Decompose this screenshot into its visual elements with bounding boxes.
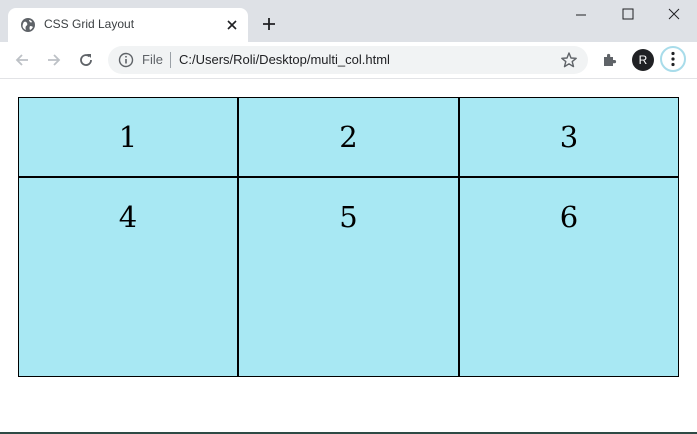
info-icon[interactable] [118, 52, 134, 68]
browser-toolbar: File C:/Users/Roli/Desktop/multi_col.htm… [0, 42, 697, 79]
address-bar[interactable]: File C:/Users/Roli/Desktop/multi_col.htm… [108, 46, 588, 74]
back-arrow-icon[interactable] [12, 50, 32, 70]
globe-icon [21, 18, 35, 32]
close-icon[interactable] [224, 17, 240, 33]
grid-cell-3: 3 [459, 97, 679, 177]
reload-icon[interactable] [76, 50, 96, 70]
tab-title: CSS Grid Layout [44, 17, 135, 31]
forward-arrow-icon[interactable] [44, 50, 64, 70]
grid-cell-1: 1 [18, 97, 238, 177]
url-text[interactable]: C:/Users/Roli/Desktop/multi_col.html [179, 52, 390, 67]
grid-cell-4: 4 [18, 177, 238, 377]
menu-button[interactable] [660, 46, 686, 72]
new-tab-plus-icon[interactable] [259, 14, 279, 34]
tab-strip: CSS Grid Layout [0, 0, 697, 42]
minimize-icon[interactable] [566, 4, 596, 24]
omnibox-divider [170, 52, 171, 68]
grid-cell-6: 6 [459, 177, 679, 377]
star-icon[interactable] [560, 51, 578, 69]
maximize-icon[interactable] [613, 4, 643, 24]
puzzle-icon[interactable] [600, 50, 620, 70]
window-close-icon[interactable] [659, 4, 689, 24]
grid-cell-2: 2 [238, 97, 459, 177]
scheme-label: File [142, 52, 163, 67]
kebab-menu-icon [671, 51, 675, 67]
tab-css-grid-layout[interactable]: CSS Grid Layout [8, 8, 248, 42]
grid-cell-5: 5 [238, 177, 459, 377]
profile-avatar[interactable]: R [632, 49, 654, 71]
css-grid-container: 1 2 3 4 5 6 [18, 97, 679, 377]
page-content: 1 2 3 4 5 6 [0, 79, 697, 434]
browser-window: CSS Grid Layout File C:/Users/Roli/Deskt… [0, 0, 697, 434]
